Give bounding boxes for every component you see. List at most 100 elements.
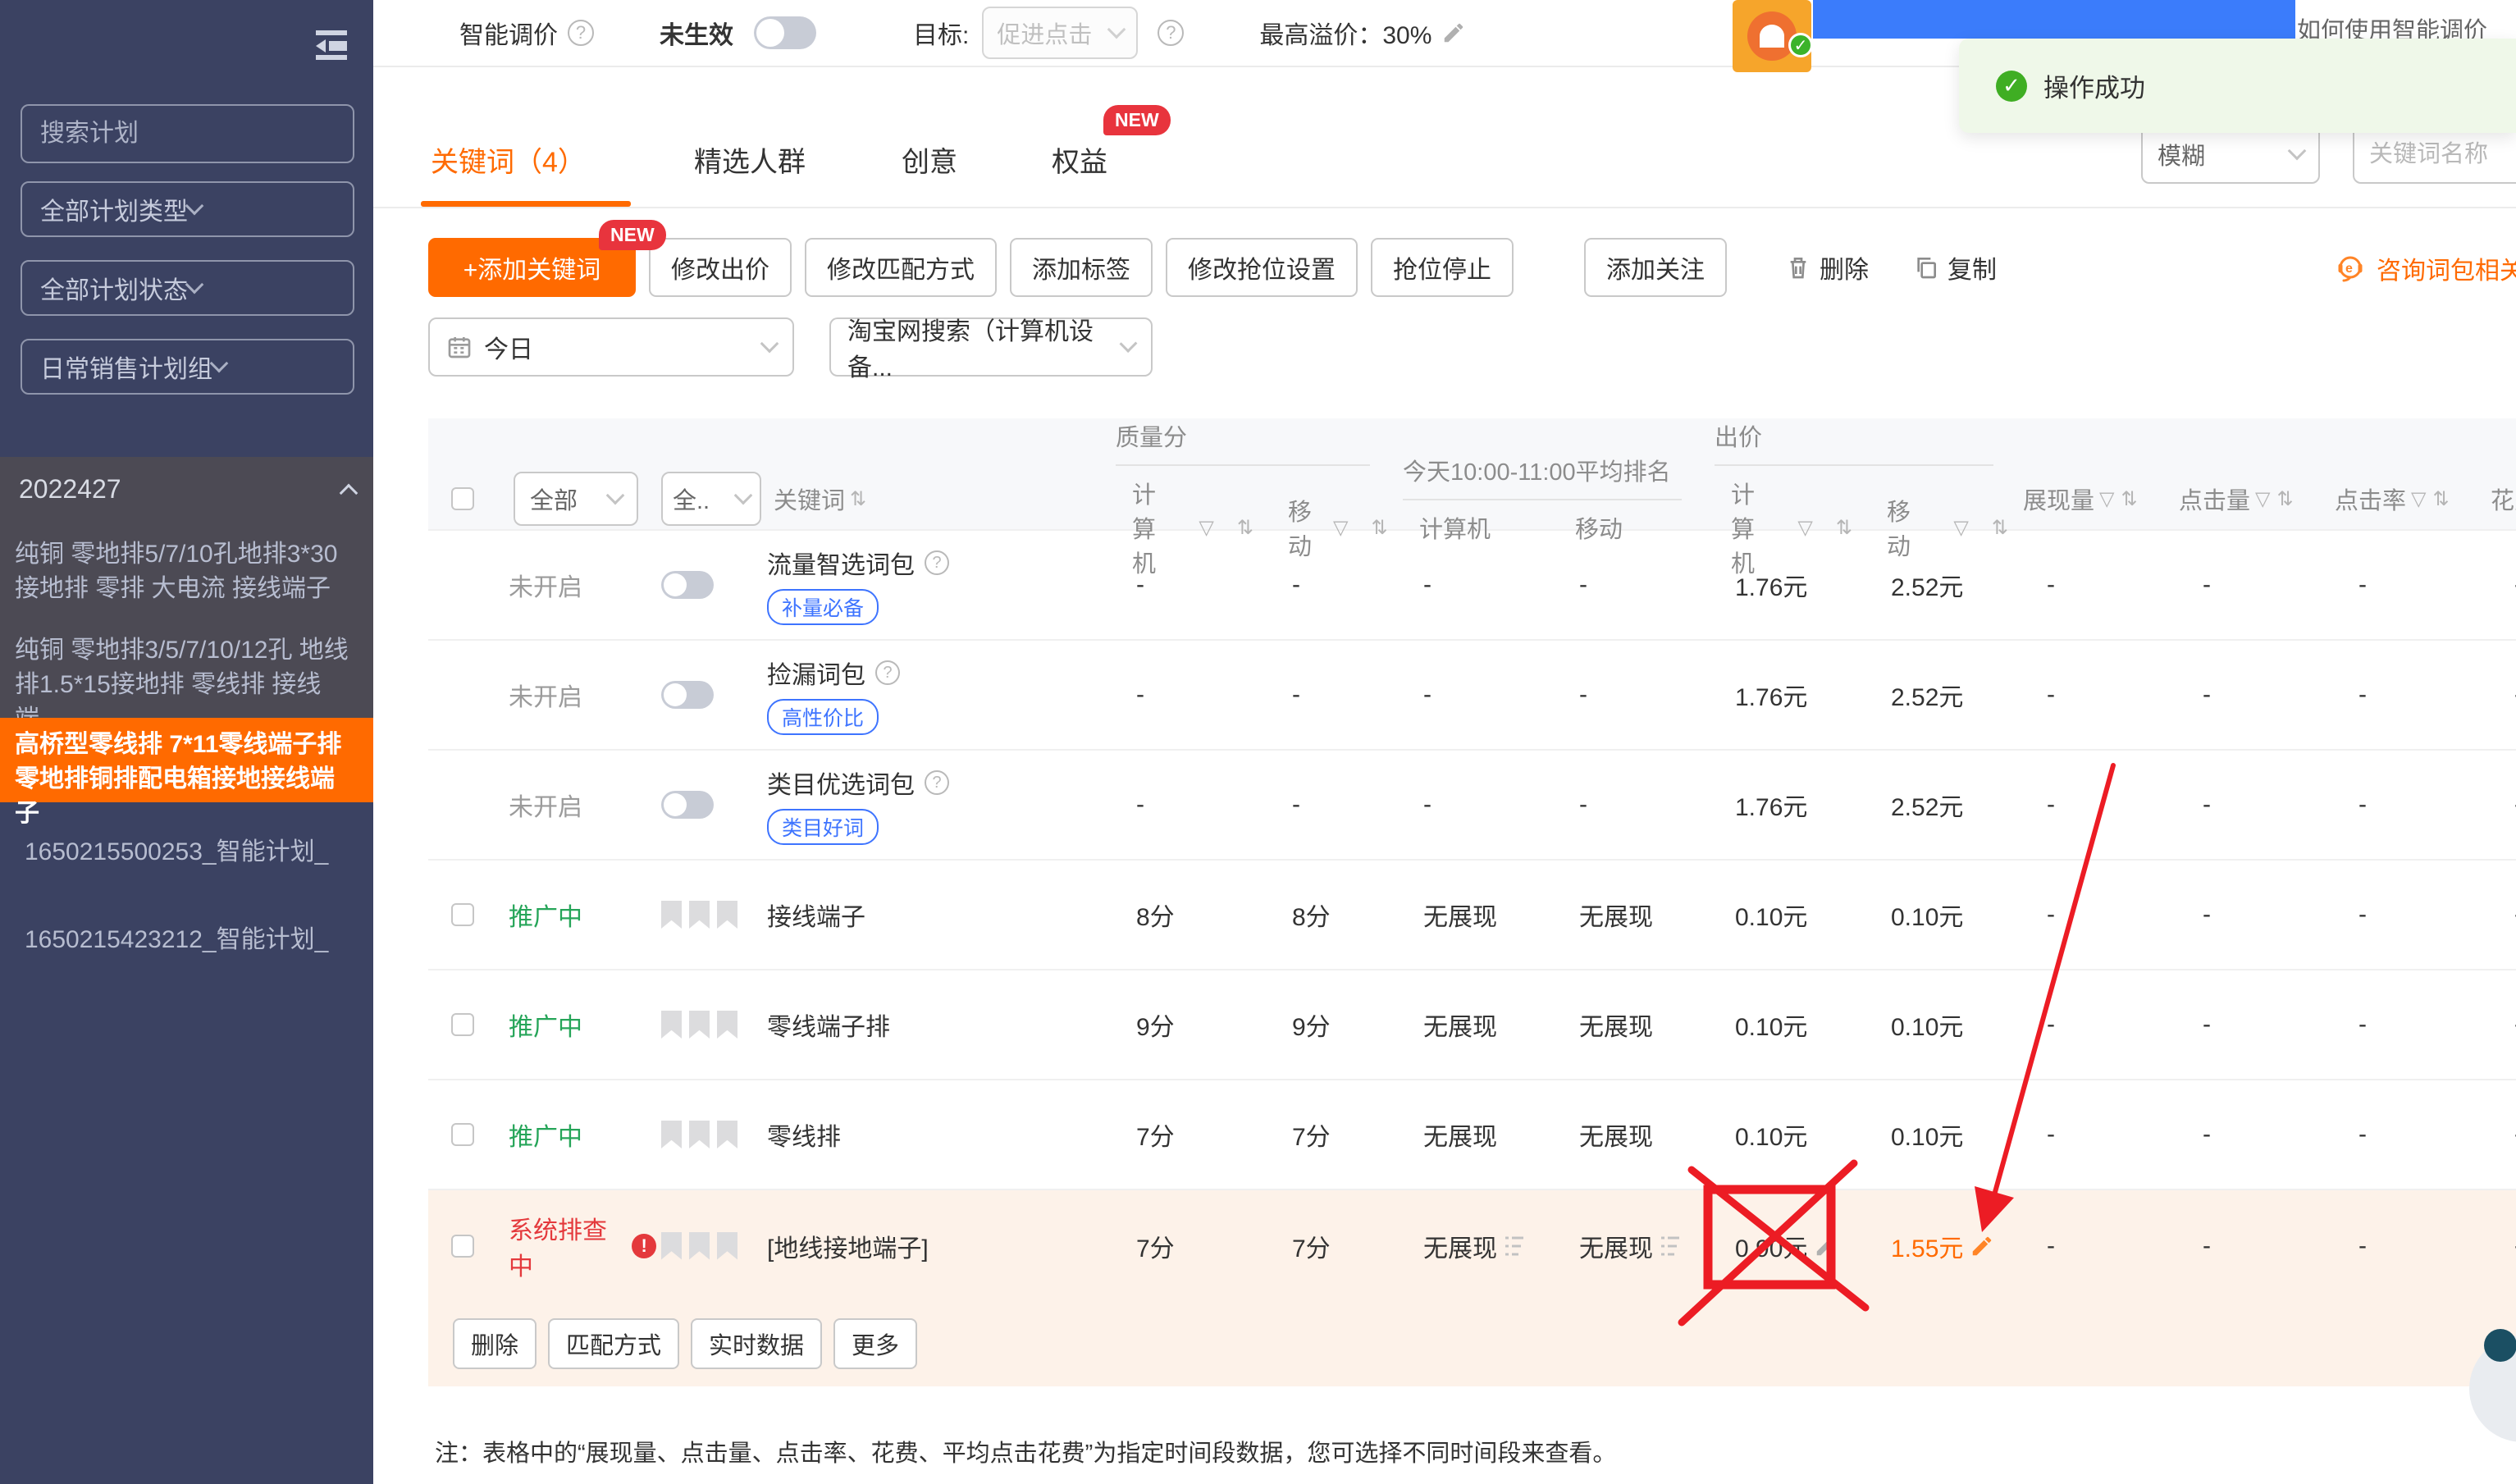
row-delete-button[interactable]: 删除 [453, 1318, 537, 1369]
filter-icon[interactable]: ▽ [1317, 516, 1349, 540]
sort-icon[interactable]: ⇅ [2432, 487, 2450, 511]
col-ctr[interactable]: 点击率 ▽⇅ [2322, 418, 2477, 579]
sort-icon[interactable]: ⇅ [2276, 487, 2295, 511]
table-row[interactable]: 推广中零线端子排9分9分无展现无展现0.10元0.10元---- [428, 969, 2516, 1079]
tab-keywords[interactable]: 关键词（4） [431, 139, 586, 180]
filter-icon[interactable]: ▽ [1781, 516, 1814, 540]
table-row[interactable]: 未开启类目优选词包?类目好词----1.76元2.52元---- [428, 749, 2516, 859]
plan-group-select[interactable]: 日常销售计划组 [21, 339, 354, 395]
help-question-icon[interactable]: ? [925, 770, 949, 795]
table-row[interactable]: 未开启捡漏词包?高性价比----1.76元2.52元---- [428, 639, 2516, 749]
modify-bid-button[interactable]: 修改出价 [649, 238, 792, 297]
sidebar-plan-item[interactable]: 纯铜 零地排5/7/10孔地排3*30接地排 零排 大电流 接线端子 [0, 537, 373, 606]
sort-icon[interactable]: ⇅ [1354, 516, 1389, 540]
row-keyword: 零线端子排 [767, 1007, 890, 1043]
help-question-icon[interactable]: ? [925, 550, 949, 575]
consult-wordpack-link[interactable]: e 咨询词包相关问 [2334, 250, 2516, 286]
cell-rank-mobile: 无展现 [1542, 1116, 1698, 1153]
sidebar-plan-item[interactable]: 1650215423212_智能计划_ [0, 923, 373, 957]
cell-clicks: - [2166, 1121, 2322, 1148]
tab-creative[interactable]: 创意 [902, 139, 957, 180]
edit-pencil-icon[interactable] [1441, 21, 1466, 45]
smart-bid-toggle[interactable] [754, 16, 816, 49]
row-checkbox[interactable] [451, 1013, 474, 1036]
plan-group-name: 2022427 [19, 474, 121, 505]
help-question-icon[interactable]: ? [568, 20, 594, 46]
col-quality-pc[interactable]: 计算机 ▽⇅ [1099, 476, 1255, 579]
tab-audience[interactable]: 精选人群 [694, 139, 806, 180]
help-question-icon[interactable]: ? [875, 660, 900, 685]
cell-rank-mobile: 无展现 [1542, 1007, 1698, 1043]
select-all-checkbox[interactable] [451, 487, 474, 510]
row-toggle[interactable] [661, 681, 714, 709]
row-realtime-button[interactable]: 实时数据 [691, 1318, 822, 1369]
row-more-button[interactable]: 更多 [833, 1318, 917, 1369]
row-match-button[interactable]: 匹配方式 [548, 1318, 679, 1369]
col-bid-mobile[interactable]: 移动 ▽⇅ [1854, 476, 2010, 579]
date-range-select[interactable]: 今日 [428, 317, 794, 377]
edit-pencil-icon[interactable] [1814, 1234, 1838, 1258]
sidebar-plan-item[interactable]: 1650215500253_智能计划_ [0, 835, 373, 870]
target-select[interactable]: 促进点击 [982, 7, 1138, 59]
modify-grab-button[interactable]: 修改抢位设置 [1166, 238, 1358, 297]
sort-icon[interactable]: ⇅ [850, 487, 868, 511]
col-impressions[interactable]: 展现量 ▽⇅ [2010, 418, 2166, 579]
add-watch-button[interactable]: 添加关注 [1584, 238, 1727, 297]
stop-grab-button[interactable]: 抢位停止 [1371, 238, 1514, 297]
col-clicks[interactable]: 点击量 ▽⇅ [2166, 418, 2322, 579]
keyword-name-input[interactable] [2369, 141, 2516, 168]
plan-search-box[interactable] [21, 104, 354, 163]
copy-link[interactable]: 复制 [1913, 249, 1997, 285]
sidebar-plan-item-selected[interactable]: 高桥型零线排 7*11零线端子排零地排铜排配电箱接地接线端子 [0, 718, 373, 802]
new-badge: NEW [599, 220, 666, 250]
row-toggle[interactable] [661, 791, 714, 819]
sort-icon[interactable]: ⇅ [1820, 516, 1854, 540]
row-checkbox[interactable] [451, 1235, 474, 1258]
promo-progress-bar[interactable] [1813, 0, 2295, 39]
cell-quality-mobile: - [1255, 571, 1386, 599]
row-toggle[interactable] [661, 571, 714, 599]
filter-icon[interactable]: ▽ [1182, 516, 1215, 540]
help-question-icon[interactable]: ? [1158, 20, 1184, 46]
new-badge: NEW [1103, 105, 1171, 135]
col-cost[interactable]: 花费 [2477, 418, 2516, 579]
channel-select[interactable]: 淘宝网搜索（计算机设备... [829, 317, 1153, 377]
keyword-name-field[interactable] [2353, 125, 2516, 184]
cell-impressions: - [2010, 571, 2166, 599]
sort-icon[interactable]: ⇅ [1221, 516, 1255, 540]
modify-match-button[interactable]: 修改匹配方式 [805, 238, 997, 297]
delete-link[interactable]: 删除 [1785, 249, 1869, 285]
filter-icon[interactable]: ▽ [2099, 487, 2116, 511]
cell-bid-pc[interactable]: 0.90元 [1698, 1228, 1854, 1264]
alert-icon[interactable]: ! [632, 1234, 656, 1258]
flag-filter-select[interactable]: 全.. [661, 472, 761, 526]
divider [373, 207, 2516, 208]
filter-icon[interactable]: ▽ [2255, 487, 2272, 511]
plan-search-input[interactable] [40, 120, 357, 148]
col-quality-mobile[interactable]: 移动 ▽⇅ [1255, 476, 1386, 579]
cell-bid-pc: 1.76元 [1698, 787, 1854, 823]
filter-icon[interactable]: ▽ [1937, 516, 1970, 540]
wordpack-badge: 类目好词 [767, 809, 879, 845]
row-checkbox[interactable] [451, 1123, 474, 1146]
table-row[interactable]: 推广中零线排7分7分无展现无展现0.10元0.10元---- [428, 1079, 2516, 1189]
edit-pencil-icon[interactable] [1970, 1234, 1994, 1258]
status-filter-select[interactable]: 全部 [514, 472, 638, 526]
plan-type-select[interactable]: 全部计划类型 [21, 181, 354, 237]
tab-benefits[interactable]: 权益 [1052, 139, 1107, 180]
plan-group-header[interactable]: 2022427 [19, 474, 355, 505]
table-row[interactable]: 系统排查中![地线接地端子]7分7分无展现无展现0.90元1.55元---- [428, 1189, 2516, 1301]
table-row[interactable]: 推广中接线端子8分8分无展现无展现0.10元0.10元---- [428, 859, 2516, 969]
collapse-sidebar-icon[interactable] [314, 29, 349, 62]
plan-status-select[interactable]: 全部计划状态 [21, 260, 354, 316]
filter-icon[interactable]: ▽ [2411, 487, 2427, 511]
add-tag-button[interactable]: 添加标签 [1010, 238, 1153, 297]
row-keyword: 零线排 [767, 1116, 841, 1153]
match-type-select[interactable]: 模糊 [2141, 125, 2320, 184]
sort-icon[interactable]: ⇅ [2121, 487, 2139, 511]
sort-icon[interactable]: ⇅ [1975, 516, 2010, 540]
col-bid-pc[interactable]: 计算机 ▽⇅ [1698, 476, 1854, 579]
row-checkbox[interactable] [451, 903, 474, 926]
cell-ctr: - [2322, 1011, 2477, 1039]
cell-bid-mobile[interactable]: 1.55元 [1854, 1228, 2010, 1264]
